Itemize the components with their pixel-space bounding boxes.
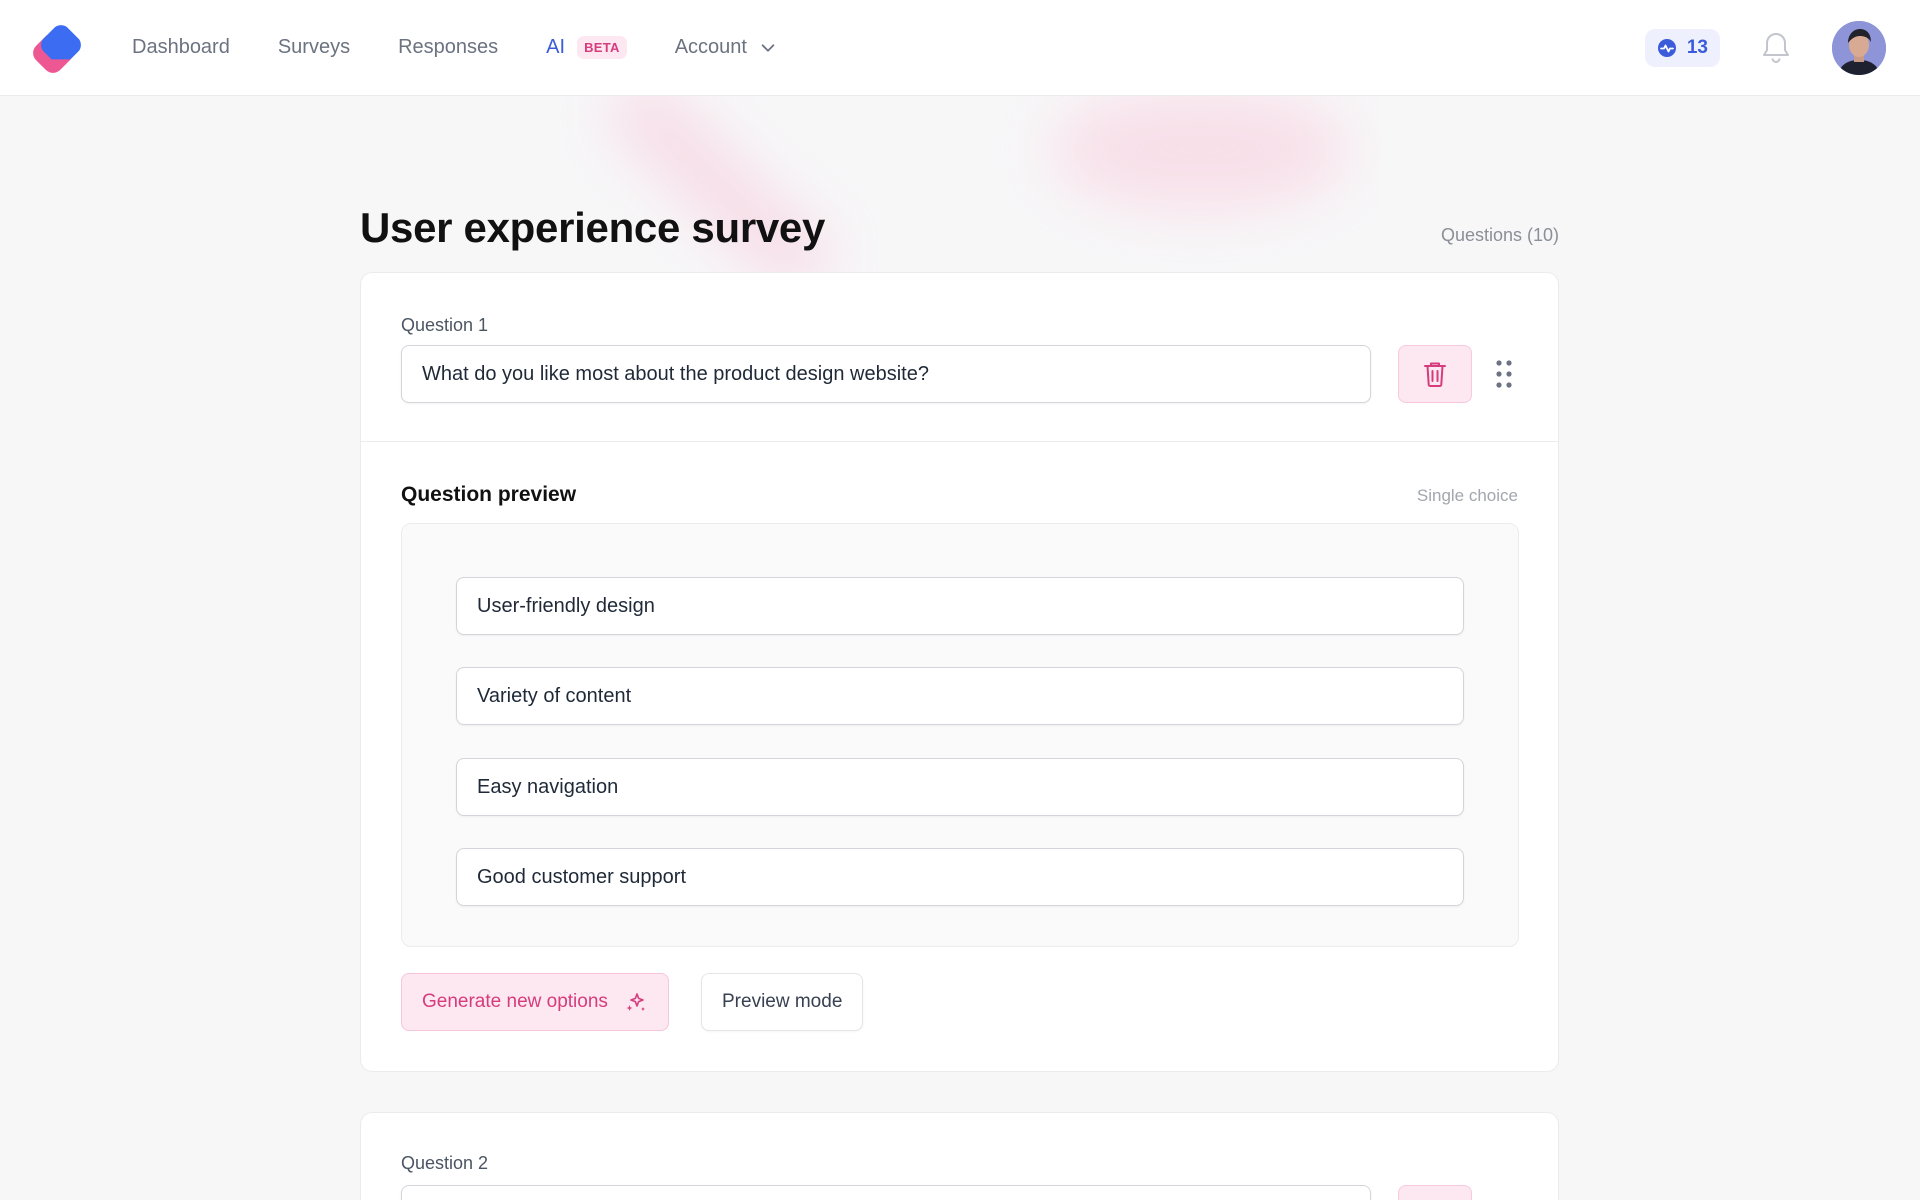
answer-option[interactable]: Easy navigation bbox=[456, 758, 1464, 816]
question-preview-title: Question preview bbox=[401, 483, 577, 506]
question-label: Question 2 bbox=[401, 1153, 489, 1173]
drag-handle-icon[interactable] bbox=[1488, 345, 1520, 403]
top-navigation-bar: Dashboard Surveys Responses AI BETA Acco… bbox=[0, 0, 1920, 96]
answer-option[interactable]: User-friendly design bbox=[456, 577, 1464, 635]
nav-responses[interactable]: Responses bbox=[398, 36, 498, 59]
preview-mode-button[interactable]: Preview mode bbox=[701, 973, 864, 1031]
answer-option[interactable]: Variety of content bbox=[456, 667, 1464, 725]
generate-label: Generate new options bbox=[422, 991, 608, 1012]
sparkles-icon bbox=[626, 993, 645, 1011]
trash-icon bbox=[1424, 362, 1446, 387]
beta-badge: BETA bbox=[577, 36, 627, 59]
bell-icon[interactable] bbox=[1760, 30, 1792, 66]
delete-question-button[interactable] bbox=[1398, 345, 1472, 403]
survey-title: User experience survey bbox=[360, 204, 826, 251]
header-actions: 13 bbox=[1644, 20, 1886, 75]
delete-question-button[interactable] bbox=[1398, 1185, 1472, 1200]
question-text-input[interactable] bbox=[401, 1185, 1371, 1200]
nav-ai[interactable]: AI BETA bbox=[546, 36, 627, 59]
question-type-label: Single choice bbox=[1416, 486, 1518, 505]
brand-logo[interactable] bbox=[28, 24, 82, 77]
user-avatar[interactable] bbox=[1832, 20, 1886, 75]
question-card: Question 2 bbox=[360, 1112, 1559, 1200]
questions-count[interactable]: Questions (10) bbox=[1441, 225, 1559, 246]
answer-option[interactable]: Good customer support bbox=[456, 848, 1464, 906]
credits-count: 13 bbox=[1686, 36, 1708, 58]
nav-ai-label: AI bbox=[546, 36, 566, 58]
nav-surveys[interactable]: Surveys bbox=[278, 36, 350, 59]
avatar-image bbox=[1832, 20, 1886, 75]
drag-handle-icon[interactable] bbox=[1488, 1185, 1520, 1200]
nav-account-label: Account bbox=[674, 36, 747, 58]
credits-badge[interactable]: 13 bbox=[1644, 28, 1720, 67]
chevron-down-icon bbox=[761, 43, 775, 52]
question-card: Question 1 What do you like most about t… bbox=[360, 272, 1559, 1072]
question-label: Question 1 bbox=[401, 315, 489, 335]
nav-account[interactable]: Account bbox=[675, 36, 777, 59]
nav-dashboard[interactable]: Dashboard bbox=[132, 36, 230, 59]
main-nav: Dashboard Surveys Responses AI BETA Acco… bbox=[132, 36, 777, 59]
question-text-input[interactable]: What do you like most about the product … bbox=[401, 345, 1371, 403]
question-preview-box: User-friendly design Variety of content … bbox=[401, 523, 1519, 947]
section-divider bbox=[361, 441, 1558, 442]
generate-new-options-button[interactable]: Generate new options bbox=[401, 973, 669, 1031]
activity-icon bbox=[1657, 38, 1676, 57]
